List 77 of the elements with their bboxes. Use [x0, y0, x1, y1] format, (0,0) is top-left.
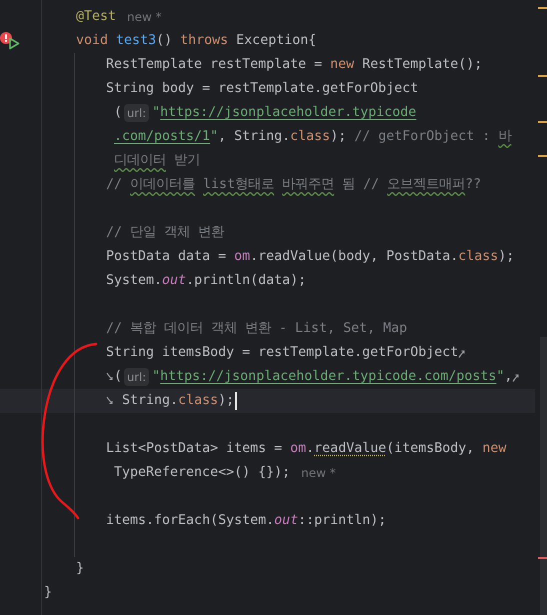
code-comment: // getForObject : — [354, 128, 492, 146]
error-marker[interactable] — [538, 557, 547, 559]
code-comment: // 단일 객체 변환 — [106, 224, 224, 242]
code-text: List<PostData> items = — [106, 440, 284, 458]
keyword: class — [290, 128, 330, 146]
code-comment: 이데이터를 — [130, 176, 196, 194]
code-text: System. — [106, 272, 162, 290]
code-text: TypeReference<>() {}); — [114, 464, 290, 482]
warning-marker[interactable] — [538, 75, 547, 77]
field-name: om — [234, 248, 250, 266]
static-field: out — [274, 512, 298, 530]
soft-wrap-icon — [106, 372, 114, 382]
code-comment: 오브젝트매퍼 — [387, 176, 466, 194]
string-quote: " — [210, 128, 218, 146]
code-comment: list형태로 — [203, 176, 276, 194]
parameter-hint: url: — [124, 104, 150, 122]
url-string[interactable]: .com/posts/1 — [114, 128, 210, 146]
code-comment: // 복합 데이터 객체 변환 - List, Set, Map — [106, 320, 408, 338]
code-comment: 바꿔주면 — [282, 176, 334, 194]
string-quote: " — [152, 368, 160, 386]
code-text: readValue — [314, 440, 386, 458]
warning-marker[interactable] — [538, 155, 547, 157]
static-field: out — [162, 272, 186, 290]
code-text: } — [44, 584, 52, 602]
code-comment: 됨 // — [341, 176, 380, 194]
code-text: RestTemplate restTemplate = — [106, 56, 324, 74]
code-text: , String. — [218, 128, 290, 146]
code-text: RestTemplate(); — [361, 56, 482, 74]
code-vision-hint[interactable]: new * — [301, 464, 336, 482]
code-text: String body = restTemplate.getForObject — [106, 80, 418, 98]
scrollbar[interactable] — [540, 337, 547, 615]
code-vision-hint[interactable]: new * — [127, 8, 162, 26]
code-text: ( — [114, 104, 122, 122]
method-name: test3 — [116, 32, 156, 50]
code-text: ( — [114, 368, 122, 386]
code-text: .readValue(body, PostData. — [250, 248, 458, 266]
run-icon[interactable] — [8, 37, 20, 50]
error-icon[interactable] — [0, 32, 12, 44]
code-comment: ?? — [465, 176, 482, 194]
soft-wrap-icon — [512, 372, 520, 382]
string-quote: " — [496, 368, 504, 386]
code-comment: // — [106, 176, 124, 194]
code-comment: 받기 — [173, 152, 200, 170]
code-text: ); — [218, 392, 234, 410]
keyword: throws — [180, 32, 228, 50]
code-text: . — [306, 440, 314, 458]
keyword: new — [330, 56, 354, 74]
code-comment: 바 — [498, 128, 512, 146]
warning-marker[interactable] — [538, 121, 547, 123]
code-text: .println(data); — [186, 272, 306, 290]
field-name: om — [290, 440, 306, 458]
string-quote: " — [152, 104, 160, 122]
code-comment: 디데이터 — [114, 152, 166, 170]
code-text: } — [76, 560, 84, 578]
url-string[interactable]: https://jsonplaceholder.typicode.com/posts — [160, 368, 496, 386]
warning-marker[interactable] — [538, 7, 547, 9]
keyword: class — [178, 392, 218, 410]
code-text: (itemsBody, — [386, 440, 476, 458]
code-text: ); — [498, 248, 514, 266]
soft-wrap-icon — [458, 348, 466, 358]
code-text: , — [504, 368, 512, 386]
text-cursor — [235, 392, 238, 410]
keyword: void — [76, 32, 110, 50]
keyword: class — [458, 248, 498, 266]
keyword: new — [482, 440, 506, 458]
code-text: PostData data = — [106, 248, 228, 266]
annotation: @Test — [76, 8, 116, 26]
soft-wrap-icon — [106, 396, 114, 406]
url-string[interactable]: https://jsonplaceholder.typicode — [160, 104, 416, 122]
code-text: ::println); — [298, 512, 386, 530]
code-text: Exception{ — [235, 32, 316, 50]
parameter-hint: url: — [124, 368, 150, 386]
code-text: ); — [330, 128, 348, 146]
code-text: () — [156, 32, 174, 50]
code-text: String itemsBody = restTemplate.getForObject — [106, 344, 458, 362]
code-text: String. — [121, 392, 178, 410]
code-text: items.forEach(System. — [106, 512, 274, 530]
